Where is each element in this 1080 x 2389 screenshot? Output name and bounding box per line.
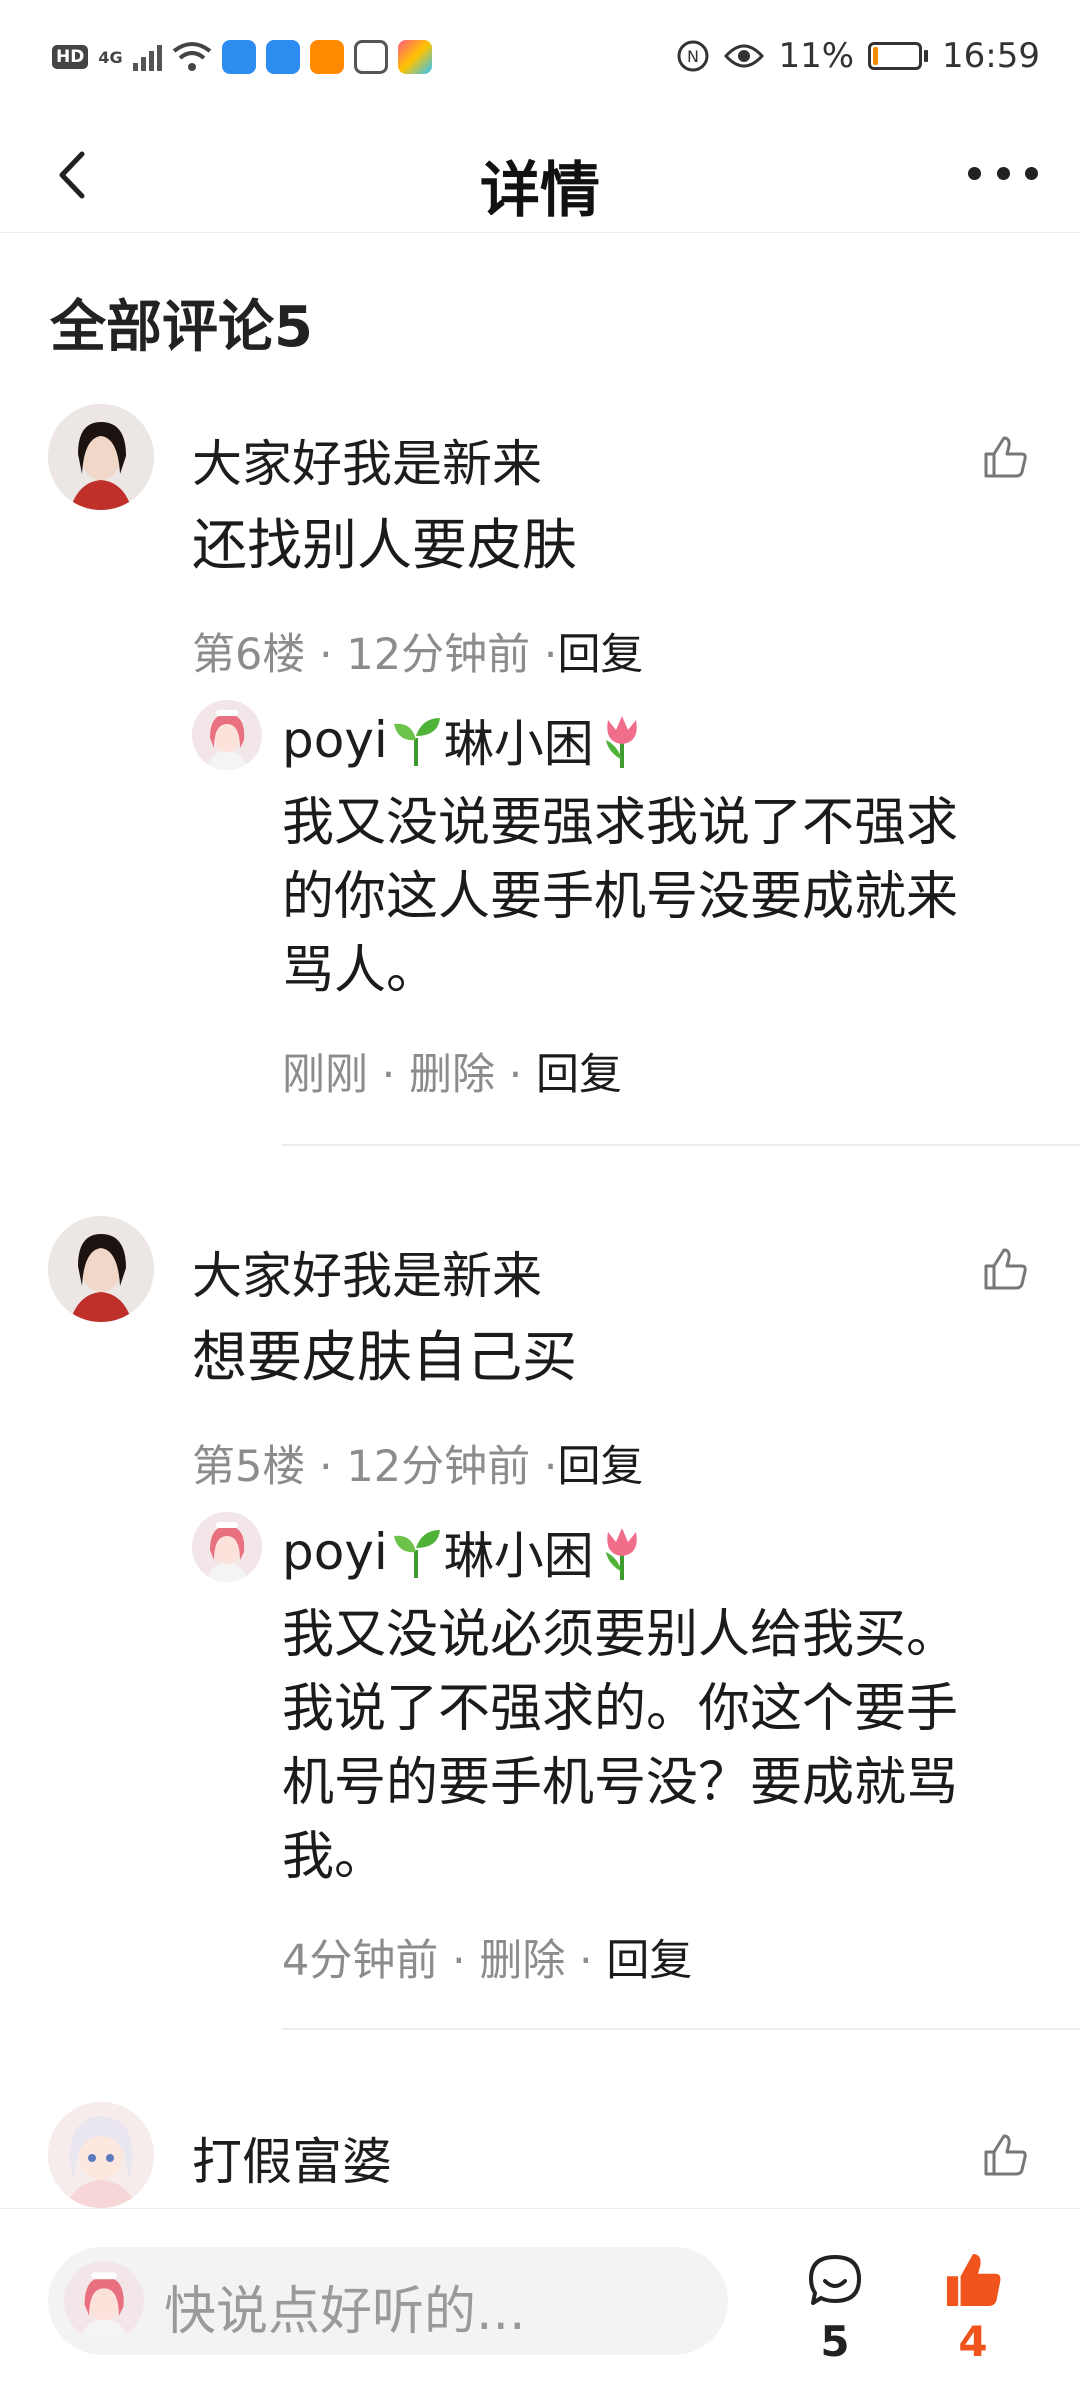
divider xyxy=(282,1144,1080,1146)
reply-button[interactable]: 回复 xyxy=(606,1936,692,1986)
reply-button[interactable]: 回复 xyxy=(557,1442,643,1492)
avatar xyxy=(64,2261,144,2341)
like-icon[interactable] xyxy=(980,2130,1030,2180)
tulip-emoji-icon xyxy=(605,1528,637,1580)
avatar[interactable] xyxy=(48,2102,154,2208)
page-title: 详情 xyxy=(480,156,600,226)
like-count-button[interactable]: 4 xyxy=(938,2249,1008,2366)
delete-button[interactable]: 删除 xyxy=(479,1936,565,1986)
floor-label: 第6楼 xyxy=(192,630,306,680)
sprout-emoji-icon xyxy=(393,1530,440,1578)
comment-count: 5 xyxy=(820,2317,850,2366)
comments-header: 全部评论5 xyxy=(50,295,313,360)
floor-label: 第5楼 xyxy=(192,1442,306,1492)
like-icon[interactable] xyxy=(980,1244,1030,1294)
app-notification-icon xyxy=(265,40,300,74)
reply-button[interactable]: 回复 xyxy=(536,1050,622,1100)
reply-username[interactable]: poyi 琳小困 xyxy=(282,1516,650,1588)
delete-button[interactable]: 删除 xyxy=(409,1050,495,1100)
reply-username[interactable]: poyi 琳小困 xyxy=(282,704,650,776)
sprout-emoji-icon xyxy=(393,718,440,766)
more-dots-icon[interactable] xyxy=(968,158,1038,188)
reply-text: 我又没说必须要别人给我买。 我说了不强求的。你这个要手 机号的要手机号没？要成就… xyxy=(282,1605,959,1887)
reply-meta: 刚刚 · 删除 · 回复 xyxy=(282,1050,623,1100)
timestamp: 12分钟前 xyxy=(346,630,531,680)
comment-count-button[interactable]: 5 xyxy=(800,2251,870,2366)
timestamp: 12分钟前 xyxy=(346,1442,531,1492)
avatar[interactable] xyxy=(192,1512,262,1582)
comment-text: 想要皮肤自己买 xyxy=(192,1325,578,1389)
comment-input[interactable]: 快说点好听的... xyxy=(48,2247,728,2355)
reply-text: 我又没说要强求我说了不强求 的你这人要手机号没要成就来 骂人。 xyxy=(282,793,959,1001)
wifi-icon xyxy=(172,42,211,71)
battery-percent: 11% xyxy=(778,36,855,76)
thumbs-up-filled-icon xyxy=(946,2253,1001,2307)
like-icon[interactable] xyxy=(980,432,1030,482)
comment-text: 还找别人要皮肤 xyxy=(192,513,578,577)
colorful-app-icon xyxy=(397,40,432,74)
nfc-icon: N xyxy=(677,40,709,72)
video-app-icon xyxy=(309,40,344,74)
eye-icon xyxy=(724,44,765,68)
timestamp: 刚刚 xyxy=(282,1050,368,1100)
comment-icon xyxy=(809,2255,861,2305)
like-count: 4 xyxy=(958,2317,988,2366)
tulip-emoji-icon xyxy=(605,716,637,768)
comment-username[interactable]: 大家好我是新来 xyxy=(192,1236,542,1308)
hand-app-icon xyxy=(353,40,388,74)
status-bar: HD 4G N 11% 16:59 xyxy=(0,0,1080,120)
avatar[interactable] xyxy=(48,1216,154,1322)
timestamp: 4分钟前 xyxy=(282,1936,439,1986)
hd-badge: HD xyxy=(52,45,89,69)
avatar[interactable] xyxy=(48,404,154,510)
signal-icon xyxy=(132,43,162,71)
input-placeholder: 快说点好听的... xyxy=(164,2282,526,2342)
avatar[interactable] xyxy=(192,700,262,770)
comment-username[interactable]: 打假富婆 xyxy=(192,2122,392,2194)
app-notification-icon xyxy=(221,40,256,74)
battery-icon xyxy=(868,42,929,70)
reply-button[interactable]: 回复 xyxy=(557,630,643,680)
comment-meta: 第5楼 · 12分钟前 ·回复 xyxy=(192,1442,644,1492)
comment-username[interactable]: 大家好我是新来 xyxy=(192,424,542,496)
clock: 16:59 xyxy=(942,36,1040,76)
bottom-action-bar: 快说点好听的... 5 4 xyxy=(0,2208,1080,2389)
divider xyxy=(282,2028,1080,2030)
reply-meta: 4分钟前 · 删除 · 回复 xyxy=(282,1936,693,1986)
network-type: 4G xyxy=(98,47,123,67)
nav-bar: 详情 xyxy=(0,120,1080,233)
svg-text:N: N xyxy=(687,47,699,66)
comment-meta: 第6楼 · 12分钟前 ·回复 xyxy=(192,630,644,680)
